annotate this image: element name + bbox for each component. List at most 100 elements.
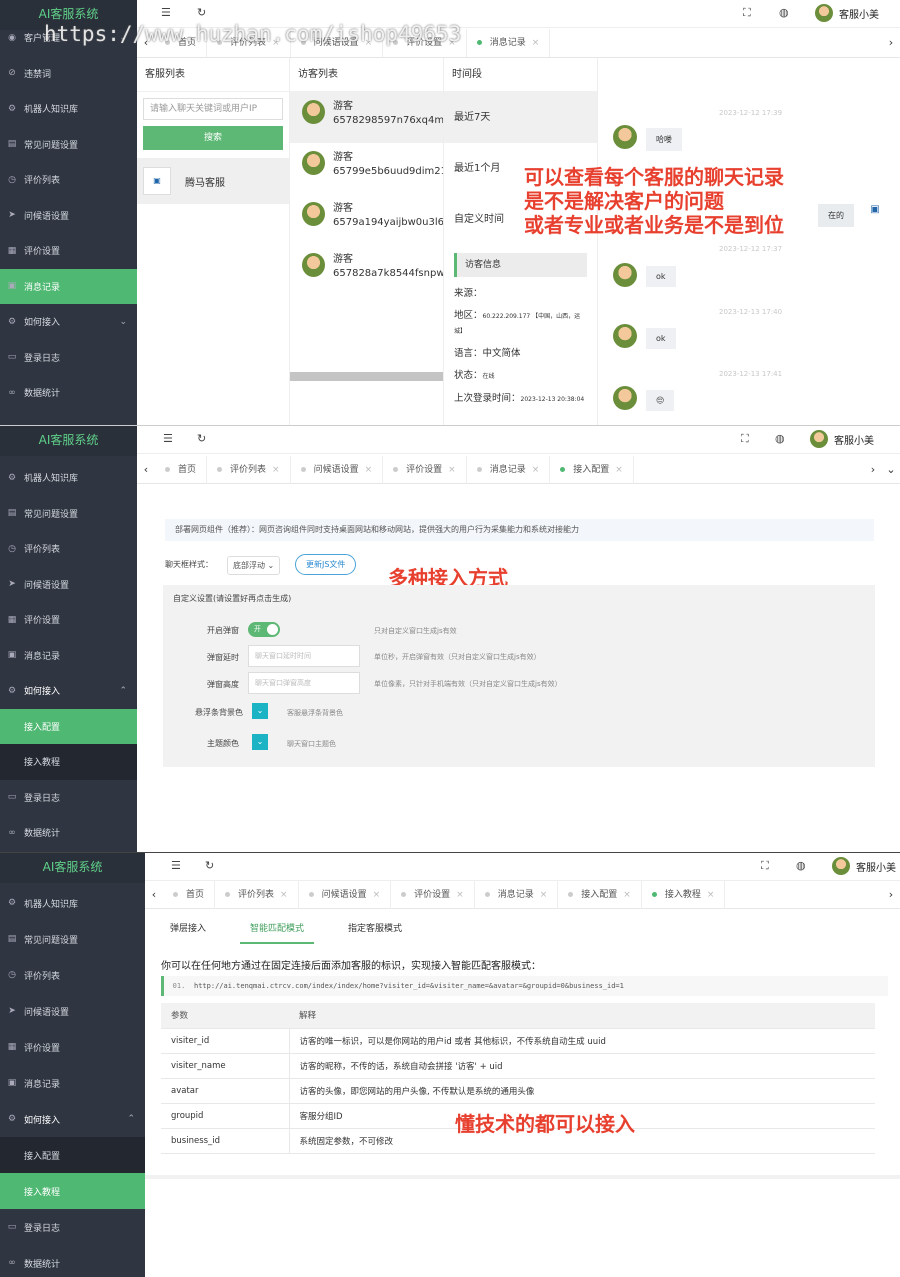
sidebar-item-stats[interactable]: ∞ 数据统计 xyxy=(0,815,137,851)
sidebar-item-review-settings[interactable]: ▦ 评价设置 xyxy=(0,602,137,638)
sidebar-item-robot-kb[interactable]: ⚙ 机器人知识库 xyxy=(0,460,137,496)
list-item[interactable]: 游客 6579a194yaijbw0u3l6 xyxy=(290,194,443,245)
tab-prev-icon[interactable]: ‹ xyxy=(137,463,155,476)
delay-input[interactable]: 聊天窗口延时时间 xyxy=(248,645,360,667)
tab-messages[interactable]: 消息记录 × xyxy=(467,28,551,57)
avatar xyxy=(613,263,637,287)
menu-toggle-icon[interactable]: ☰ xyxy=(161,6,171,19)
sidebar-item-greeting[interactable]: ➤ 问候语设置 xyxy=(0,993,145,1029)
tab-next-icon[interactable]: › xyxy=(882,36,900,49)
sidebar-item-connect-config[interactable]: 接入配置 xyxy=(0,708,137,744)
tab-prev-icon[interactable]: ‹ xyxy=(145,888,163,901)
fullscreen-icon[interactable]: ⛶ xyxy=(743,6,751,20)
sidebar-item-login-log[interactable]: ▭ 登录日志 xyxy=(0,340,137,376)
height-label: 弹窗高度 xyxy=(207,680,239,689)
sidebar-item-connect-config[interactable]: 接入配置 xyxy=(0,1137,145,1173)
code-block: 01. http://ai.tenqmai.ctrcv.com/index/ind… xyxy=(161,976,888,996)
sidebar-item-faq[interactable]: ▤ 常见问题设置 xyxy=(0,921,145,957)
tab-greeting[interactable]: 问候语设置 × xyxy=(299,880,392,909)
chevron-down-icon: ⌄ xyxy=(119,316,127,327)
mode-tabs: 弹层接入 智能匹配模式 指定客服模式 xyxy=(160,913,412,944)
refresh-icon[interactable]: ↻ xyxy=(197,432,206,445)
float-bg-color-picker[interactable]: ⌄ xyxy=(252,703,268,719)
fullscreen-icon[interactable]: ⛶ xyxy=(741,432,749,446)
float-bg-label: 悬浮条背景色 xyxy=(195,708,243,717)
sidebar-item-login-log[interactable]: ▭ 登录日志 xyxy=(0,1209,145,1245)
list-item[interactable]: 游客 657828a7k8544fsnpw3 xyxy=(290,245,443,296)
tab-assigned-agent-mode[interactable]: 指定客服模式 xyxy=(338,913,412,944)
user-menu[interactable]: 客服小美 xyxy=(815,4,879,22)
list-item[interactable]: 游客 65799e5b6uud9dim211 xyxy=(290,143,443,194)
menu-toggle-icon[interactable]: ☰ xyxy=(171,859,181,872)
sidebar-item-messages[interactable]: ▣ 消息记录 xyxy=(0,1065,145,1101)
tab-next-icon[interactable]: › xyxy=(864,463,882,476)
sidebar-item-messages[interactable]: ▣ 消息记录 xyxy=(0,268,137,304)
tab-messages[interactable]: 消息记录 × xyxy=(475,880,559,909)
time-option-7days[interactable]: 最近7天 xyxy=(444,92,597,143)
refresh-icon[interactable]: ↻ xyxy=(205,859,214,872)
tab-greeting[interactable]: 问候语设置 × xyxy=(291,455,384,484)
chat-style-select[interactable]: 底部浮动 ⌄ xyxy=(227,556,281,575)
top-bar: ☰ ↻ ⛶ ◍ 客服小美 xyxy=(137,426,900,454)
sidebar-item-greeting[interactable]: ➤ 问候语设置 xyxy=(0,567,137,603)
sidebar-item-robot-kb[interactable]: ⚙ 机器人知识库 xyxy=(0,91,137,127)
sidebar-item-how-to-connect[interactable]: ⚙ 如何接入 ⌄ xyxy=(0,304,137,340)
globe-icon[interactable]: ◍ xyxy=(796,859,806,872)
update-js-button[interactable]: 更新JS文件 xyxy=(295,554,357,575)
tab-messages[interactable]: 消息记录 × xyxy=(467,455,551,484)
menu-toggle-icon[interactable]: ☰ xyxy=(163,432,173,445)
sidebar-item-connect-tutorial[interactable]: 接入教程 xyxy=(0,744,137,780)
visitor-list-title: 访客列表 xyxy=(290,58,443,92)
sidebar-item-banned-words[interactable]: ⊘ 违禁词 xyxy=(0,56,137,92)
tutorial-title: 你可以在任何地方通过在固定连接后面添加客服的标识，实现接入智能匹配客服模式： xyxy=(161,961,541,972)
calendar-icon: ▦ xyxy=(7,245,17,256)
search-input[interactable]: 请输入聊天关键词或用户IP xyxy=(143,98,283,120)
sidebar-item-review-list[interactable]: ◷ 评价列表 xyxy=(0,531,137,567)
tab-review-settings[interactable]: 评价设置 × xyxy=(391,880,475,909)
tab-review-settings[interactable]: 评价设置 × xyxy=(383,455,467,484)
sidebar-item-stats[interactable]: ∞ 数据统计 xyxy=(0,375,137,411)
height-input[interactable]: 聊天窗口弹窗高度 xyxy=(248,672,360,694)
stats-icon: ∞ xyxy=(8,387,16,398)
tab-review-list[interactable]: 评价列表 × xyxy=(215,880,299,909)
tab-home[interactable]: 首页 xyxy=(163,880,216,909)
sidebar-item-greeting[interactable]: ➤ 问候语设置 xyxy=(0,198,137,234)
theme-color-picker[interactable]: ⌄ xyxy=(252,734,268,750)
tab-smart-match-mode[interactable]: 智能匹配模式 xyxy=(240,913,315,944)
sidebar-item-robot-kb[interactable]: ⚙ 机器人知识库 xyxy=(0,885,145,921)
tab-connect-config[interactable]: 接入配置 × xyxy=(558,880,642,909)
refresh-icon[interactable]: ↻ xyxy=(197,6,206,19)
sidebar-item-faq[interactable]: ▤ 常见问题设置 xyxy=(0,496,137,532)
tab-connect-tutorial[interactable]: 接入教程 × xyxy=(642,880,726,909)
sidebar-item-review-settings[interactable]: ▦ 评价设置 xyxy=(0,233,137,269)
tab-next-icon[interactable]: › xyxy=(882,888,900,901)
globe-icon[interactable]: ◍ xyxy=(775,432,785,445)
tab-home[interactable]: 首页 xyxy=(155,455,208,484)
sidebar-item-connect-tutorial[interactable]: 接入教程 xyxy=(0,1173,145,1209)
sidebar-item-review-list[interactable]: ◷ 评价列表 xyxy=(0,162,137,198)
deploy-note: 部署网页组件（推荐）：网页咨询组件同时支持桌面网站和移动网站，提供强大的用户行为… xyxy=(165,519,874,541)
sidebar-item-review-list[interactable]: ◷ 评价列表 xyxy=(0,957,145,993)
chat-reply: 在的 xyxy=(818,204,854,227)
search-button[interactable]: 搜索 xyxy=(143,126,283,150)
fullscreen-icon[interactable]: ⛶ xyxy=(761,859,769,873)
sidebar-item-faq[interactable]: ▤ 常见问题设置 xyxy=(0,127,137,163)
sidebar-item-review-settings[interactable]: ▦ 评价设置 xyxy=(0,1029,145,1065)
scrollbar[interactable] xyxy=(290,372,443,381)
sidebar-item-how-to-connect[interactable]: ⚙ 如何接入 ⌃ xyxy=(0,673,137,709)
tab-connect-config[interactable]: 接入配置 × xyxy=(550,455,634,484)
list-item[interactable]: 游客6578298597n76xq4mo5 xyxy=(290,92,443,143)
user-menu[interactable]: 客服小美 xyxy=(832,857,896,875)
sidebar-item-login-log[interactable]: ▭ 登录日志 xyxy=(0,780,137,816)
tab-popup-mode[interactable]: 弹层接入 xyxy=(160,913,216,944)
sidebar-item-how-to-connect[interactable]: ⚙ 如何接入 ⌃ xyxy=(0,1101,145,1137)
globe-icon[interactable]: ◍ xyxy=(779,6,789,19)
sidebar-item-messages[interactable]: ▣ 消息记录 xyxy=(0,638,137,674)
robot-icon: ⚙ xyxy=(7,898,17,908)
tab-dropdown-icon[interactable]: ⌄ xyxy=(882,463,900,476)
sidebar-item-stats[interactable]: ∞ 数据统计 xyxy=(0,1245,145,1277)
popup-toggle[interactable]: 开 xyxy=(248,622,280,637)
tab-review-list[interactable]: 评价列表 × xyxy=(207,455,291,484)
agent-item[interactable]: ▣ 腾马客服 xyxy=(137,158,289,204)
user-menu[interactable]: 客服小美 xyxy=(810,430,874,448)
